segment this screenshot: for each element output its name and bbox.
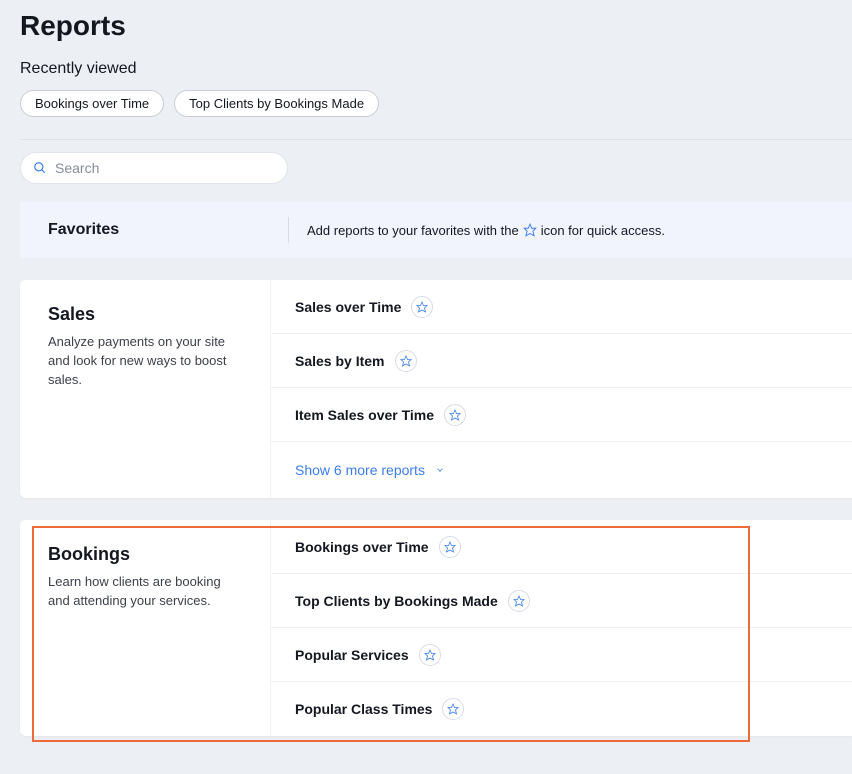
section-sales-description: Analyze payments on your site and look f… [48, 333, 244, 390]
favorites-hint-suffix: icon for quick access. [541, 223, 665, 238]
report-label: Popular Services [295, 647, 409, 663]
favorites-title: Favorites [20, 221, 288, 239]
report-label: Sales by Item [295, 353, 385, 369]
report-label: Bookings over Time [295, 539, 429, 555]
report-label: Top Clients by Bookings Made [295, 593, 498, 609]
star-icon [444, 541, 456, 553]
favorites-bar: Favorites Add reports to your favorites … [20, 202, 852, 258]
report-row-popular-services[interactable]: Popular Services [271, 628, 852, 682]
report-row-top-clients[interactable]: Top Clients by Bookings Made [271, 574, 852, 628]
star-icon [447, 703, 459, 715]
search-input[interactable] [55, 160, 275, 176]
favorite-toggle[interactable] [508, 590, 530, 612]
section-sales: Sales Analyze payments on your site and … [20, 280, 852, 498]
recent-chip-bookings-over-time[interactable]: Bookings over Time [20, 90, 164, 117]
section-bookings-description: Learn how clients are booking and attend… [48, 573, 244, 611]
favorites-hint: Add reports to your favorites with the i… [307, 223, 665, 238]
search-input-wrap[interactable] [20, 152, 288, 184]
favorite-toggle[interactable] [419, 644, 441, 666]
report-row-bookings-over-time[interactable]: Bookings over Time [271, 520, 852, 574]
favorites-hint-prefix: Add reports to your favorites with the [307, 223, 519, 238]
recently-viewed-label: Recently viewed [20, 60, 852, 78]
show-more-label: Show 6 more reports [295, 462, 425, 478]
section-sales-title: Sales [48, 304, 244, 325]
report-row-item-sales-over-time[interactable]: Item Sales over Time [271, 388, 852, 442]
report-row-sales-by-item[interactable]: Sales by Item [271, 334, 852, 388]
favorite-toggle[interactable] [411, 296, 433, 318]
star-icon [416, 301, 428, 313]
star-icon [424, 649, 436, 661]
report-row-popular-class-times[interactable]: Popular Class Times [271, 682, 852, 736]
recent-chips: Bookings over Time Top Clients by Bookin… [20, 90, 852, 140]
favorite-toggle[interactable] [444, 404, 466, 426]
favorite-toggle[interactable] [395, 350, 417, 372]
chevron-down-icon [435, 465, 445, 475]
report-label: Sales over Time [295, 299, 401, 315]
recent-chip-top-clients[interactable]: Top Clients by Bookings Made [174, 90, 379, 117]
favorite-toggle[interactable] [442, 698, 464, 720]
divider [288, 217, 289, 243]
search-icon [33, 161, 47, 175]
star-icon [400, 355, 412, 367]
star-icon [449, 409, 461, 421]
section-bookings: Bookings Learn how clients are booking a… [20, 520, 852, 736]
report-row-sales-over-time[interactable]: Sales over Time [271, 280, 852, 334]
show-more-sales[interactable]: Show 6 more reports [271, 442, 852, 498]
star-icon [523, 223, 537, 237]
report-label: Popular Class Times [295, 701, 432, 717]
star-icon [513, 595, 525, 607]
page-title: Reports [20, 0, 852, 60]
section-bookings-title: Bookings [48, 544, 244, 565]
favorite-toggle[interactable] [439, 536, 461, 558]
report-label: Item Sales over Time [295, 407, 434, 423]
